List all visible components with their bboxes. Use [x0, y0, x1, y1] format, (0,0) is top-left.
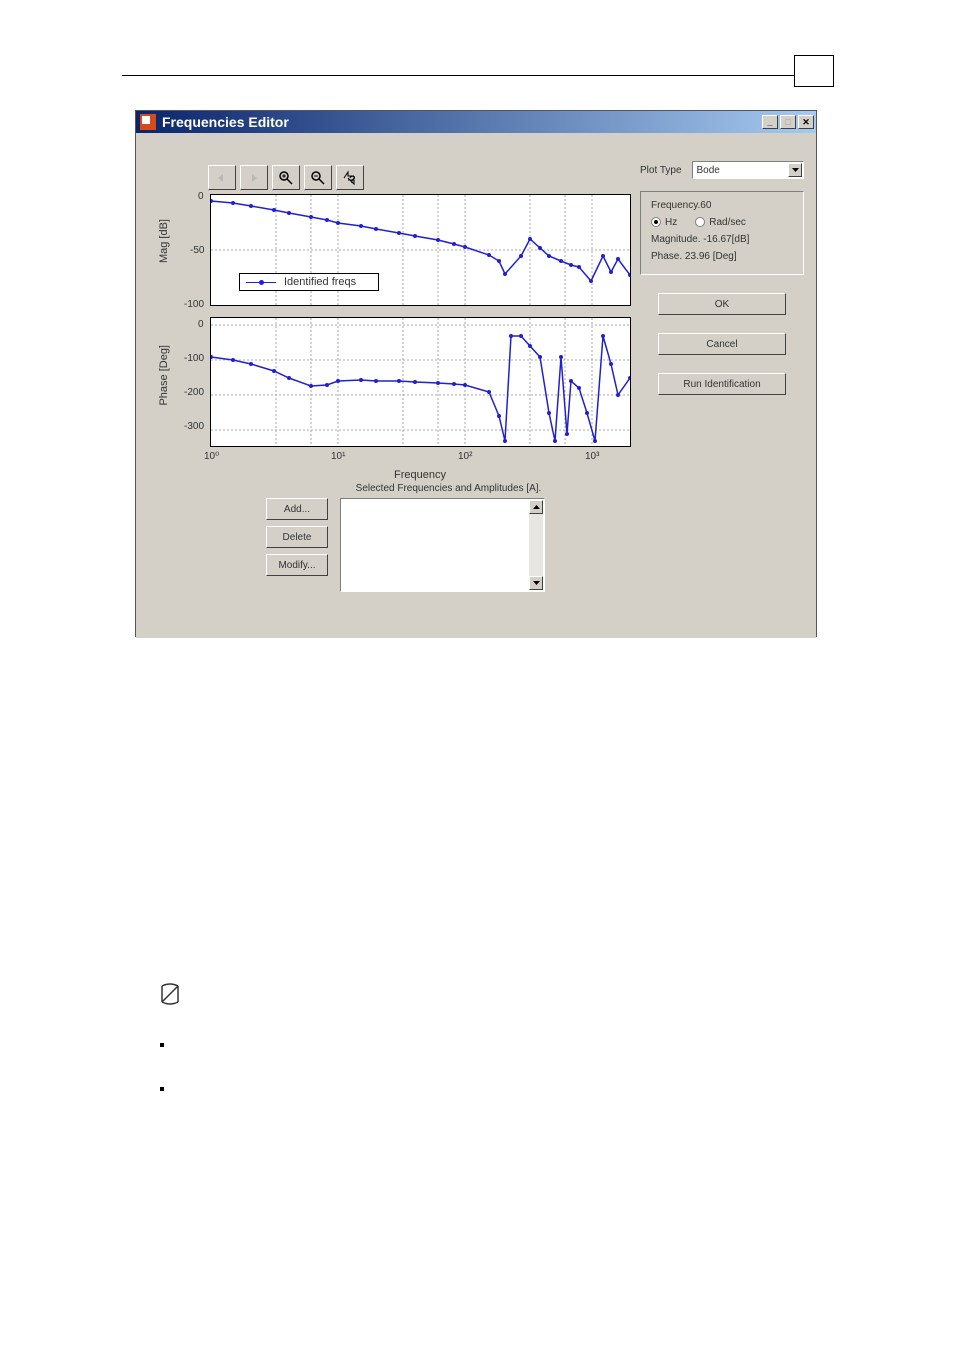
- mag-ylabel: Mag [dB]: [158, 219, 170, 263]
- hz-radio[interactable]: [651, 217, 661, 227]
- frequencies-listbox[interactable]: [340, 498, 545, 592]
- bullet-icon: [160, 1043, 164, 1047]
- x-tick-1: 10¹: [331, 451, 345, 462]
- frequency-label: Frequency: [651, 200, 698, 211]
- chevron-down-icon: [788, 163, 802, 177]
- phase-tick-3: -300: [184, 421, 204, 432]
- run-identification-button[interactable]: Run Identification: [658, 373, 786, 395]
- phase-chart[interactable]: [210, 317, 631, 447]
- frequency-group: Frequency.60 Hz Rad/sec Magnitude. -16.6…: [640, 191, 804, 275]
- frequencies-editor-window: Frequencies Editor _ □ ✕: [135, 110, 817, 637]
- hz-radio-label[interactable]: Hz: [651, 217, 677, 228]
- bottom-title: Selected Frequencies and Amplitudes [A].: [266, 483, 631, 494]
- mag-tick-0: 0: [198, 191, 204, 202]
- plot-type-label: Plot Type: [640, 165, 682, 176]
- phase-tick-0: 0: [198, 319, 204, 330]
- radsec-radio-label[interactable]: Rad/sec: [695, 217, 746, 228]
- scroll-down-button[interactable]: [529, 576, 543, 590]
- modify-button[interactable]: Modify...: [266, 554, 328, 576]
- phase-ylabel: Phase [Deg]: [158, 345, 170, 406]
- cancel-button[interactable]: Cancel: [658, 333, 786, 355]
- ok-button[interactable]: OK: [658, 293, 786, 315]
- magnitude-chart[interactable]: Identified freqs: [210, 194, 631, 306]
- legend-swatch: [246, 282, 276, 283]
- bullet-icon: [160, 1087, 164, 1091]
- page-divider: [122, 75, 822, 76]
- scroll-up-button[interactable]: [529, 500, 543, 514]
- x-axis-label: Frequency: [394, 469, 446, 481]
- legend-label: Identified freqs: [284, 276, 356, 288]
- x-tick-3: 10³: [585, 451, 599, 462]
- x-tick-2: 10²: [458, 451, 472, 462]
- x-tick-0: 10⁰: [204, 451, 219, 462]
- phase-tick-2: -200: [184, 387, 204, 398]
- close-button[interactable]: ✕: [798, 115, 814, 129]
- mag-tick-2: -100: [184, 299, 204, 310]
- magnitude-readout: Magnitude. -16.67[dB]: [651, 234, 793, 245]
- plot-type-value: Bode: [697, 165, 720, 176]
- mag-tick-1: -50: [190, 245, 204, 256]
- title-bar: Frequencies Editor _ □ ✕: [136, 111, 816, 133]
- phase-readout: Phase. 23.96 [Deg]: [651, 251, 793, 262]
- maximize-button: □: [780, 115, 796, 129]
- window-title: Frequencies Editor: [162, 114, 289, 130]
- plot-type-combo[interactable]: Bode: [692, 161, 804, 179]
- frequency-value: 60: [700, 200, 711, 211]
- add-button[interactable]: Add...: [266, 498, 328, 520]
- phase-tick-1: -100: [184, 353, 204, 364]
- radsec-radio[interactable]: [695, 217, 705, 227]
- page-number-box: [794, 55, 834, 87]
- note-icon: [156, 980, 184, 1015]
- side-panel: Plot Type Bode Frequency.60 Hz Rad/sec M…: [640, 161, 804, 395]
- scrollbar[interactable]: [529, 500, 543, 590]
- minimize-button[interactable]: _: [762, 115, 778, 129]
- matlab-icon: [140, 114, 156, 130]
- legend: Identified freqs: [239, 273, 379, 291]
- bottom-panel: Selected Frequencies and Amplitudes [A].…: [266, 483, 631, 592]
- delete-button[interactable]: Delete: [266, 526, 328, 548]
